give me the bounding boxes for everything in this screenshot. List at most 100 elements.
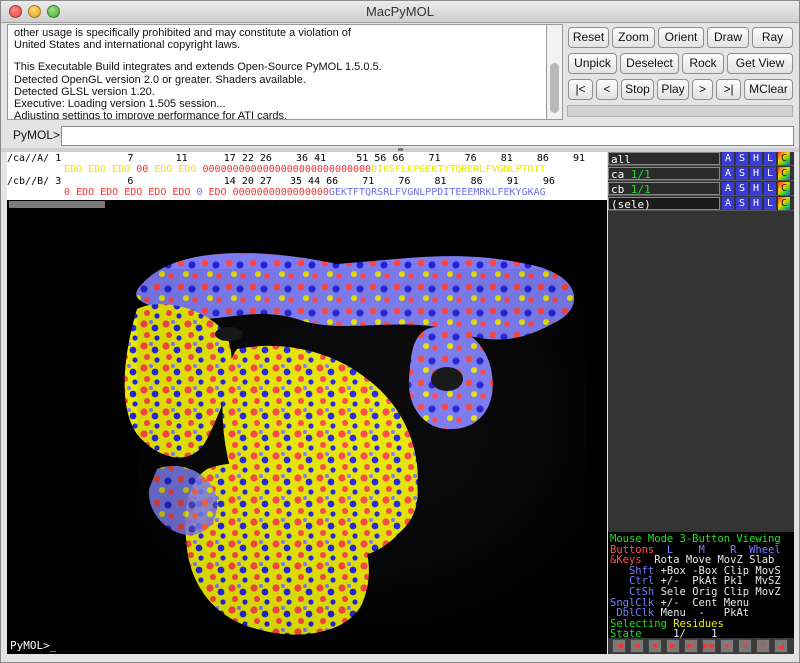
residue-numbers: 1 7 11 17 22 26 36 41 51 56 66 71 76 81 …: [55, 153, 585, 164]
object-row-all[interactable]: all A S H L C: [608, 152, 794, 166]
resize-grip-icon[interactable]: ◢: [774, 639, 788, 653]
hide-menu-button[interactable]: H: [750, 152, 762, 165]
color-menu-button[interactable]: C: [778, 182, 790, 195]
reset-button[interactable]: Reset: [568, 27, 609, 48]
unpick-button[interactable]: Unpick: [568, 53, 617, 74]
residues[interactable]: 0000000000000000: [233, 187, 329, 198]
object-state: 1/1: [630, 168, 651, 181]
viewer-console[interactable]: PyMOL>_: [7, 638, 607, 654]
deselect-button[interactable]: Deselect: [620, 53, 679, 74]
label-menu-button[interactable]: L: [764, 167, 776, 180]
first-frame-icon[interactable]: |◀: [612, 639, 626, 653]
object-name[interactable]: ca 1/1: [608, 167, 720, 181]
residues[interactable]: 00: [136, 164, 148, 175]
status-strip: [567, 105, 793, 117]
record-icon[interactable]: ●: [720, 639, 734, 653]
last-frame-icon[interactable]: ▶▶: [702, 639, 716, 653]
object-row-ca[interactable]: ca 1/1 A S H L C: [608, 167, 794, 181]
object-state: 1/1: [630, 183, 651, 196]
protein-surface-render[interactable]: [7, 209, 607, 638]
label-menu-button[interactable]: L: [764, 197, 776, 210]
command-input[interactable]: [61, 126, 794, 146]
log-line: United States and international copyrigh…: [14, 39, 241, 52]
show-menu-button[interactable]: S: [736, 167, 748, 180]
log-line: Detected OpenGL version 2.0 or greater. …: [14, 73, 306, 86]
zoom-button[interactable]: Zoom: [612, 27, 655, 48]
object-row-cb[interactable]: cb 1/1 A S H L C: [608, 182, 794, 196]
end-button[interactable]: >|: [716, 79, 741, 100]
log-scroll-thumb[interactable]: [550, 63, 559, 113]
zoom-window-button[interactable]: [47, 5, 60, 18]
residues[interactable]: EDO EDO: [148, 164, 202, 175]
close-window-button[interactable]: [9, 5, 22, 18]
orient-button[interactable]: Orient: [658, 27, 704, 48]
action-menu-button[interactable]: A: [722, 152, 734, 165]
object-list-panel: all A S H L C ca 1/1 A S H L C cb 1/1 A …: [608, 152, 794, 532]
window-title: MacPyMOL: [366, 4, 434, 19]
hide-menu-button[interactable]: H: [750, 197, 762, 210]
label-menu-button[interactable]: L: [764, 152, 776, 165]
sequence-residues-row[interactable]: EDO EDO EDO 00 EDO EDO 00000000000000000…: [64, 164, 546, 175]
console-prompt: PyMOL>_: [10, 639, 57, 652]
hide-menu-button[interactable]: H: [750, 167, 762, 180]
log-line: Adjusting settings to improve performanc…: [14, 110, 288, 120]
stop-button[interactable]: Stop: [621, 79, 654, 100]
sequence-numbers-row: /ca//A/ 1 7 11 17 22 26 36 41 51 56 66 7…: [7, 153, 585, 164]
draw-button[interactable]: Draw: [707, 27, 749, 48]
previous-frame-icon[interactable]: ◀: [630, 639, 644, 653]
mouse-mode-panel[interactable]: Mouse Mode 3-Button Viewing Buttons L M …: [608, 532, 794, 638]
mclear-button[interactable]: MClear: [744, 79, 793, 100]
show-menu-button[interactable]: S: [736, 182, 748, 195]
stop-icon[interactable]: ■: [648, 639, 662, 653]
forward-button[interactable]: >: [692, 79, 713, 100]
color-menu-button[interactable]: C: [778, 197, 790, 210]
log-line-blank: [14, 51, 546, 61]
rewind-button[interactable]: |<: [568, 79, 593, 100]
sequence-scrollbar[interactable]: [7, 200, 607, 209]
next-frame-icon[interactable]: ▶|: [684, 639, 698, 653]
residues[interactable]: DIKSFLKPGEKTYTQRERLFVGNLPTDIT: [371, 164, 546, 175]
sequence-viewer[interactable]: /ca//A/ 1 7 11 17 22 26 36 41 51 56 66 7…: [7, 152, 607, 200]
play-button[interactable]: Play: [657, 79, 689, 100]
sequence-residues-row[interactable]: 0 EDO EDO EDO EDO EDO 0 EDO 000000000000…: [64, 187, 546, 198]
sequence-numbers-row: /cb//B/ 3 6 14 20 27 35 44 66 71 76 81 8…: [7, 176, 555, 187]
hide-menu-button[interactable]: H: [750, 182, 762, 195]
ray-button[interactable]: Ray: [752, 27, 793, 48]
full-screen-icon[interactable]: ▽: [756, 639, 770, 653]
show-menu-button[interactable]: S: [736, 197, 748, 210]
sequence-scroll-thumb[interactable]: [9, 201, 105, 208]
state-value: 1/ 1: [673, 628, 718, 638]
scene-icon[interactable]: S: [738, 639, 752, 653]
residues[interactable]: GEKTFTQRSRLFVGNLPPDITEEEMRKLFEKYGKAG: [329, 187, 546, 198]
object-name[interactable]: all: [608, 152, 720, 166]
rock-button[interactable]: Rock: [682, 53, 724, 74]
color-menu-button[interactable]: C: [778, 167, 790, 180]
residue-numbers: 3 6 14 20 27 35 44 66 71 76 81 86 91 96: [55, 176, 555, 187]
molecule-viewer[interactable]: /ca//A/ 1 7 11 17 22 26 36 41 51 56 66 7…: [7, 152, 607, 638]
log-line: other usage is specifically prohibited a…: [14, 27, 351, 39]
splitter-grip-icon: [398, 148, 403, 151]
label-menu-button[interactable]: L: [764, 182, 776, 195]
residues[interactable]: EDO EDO EDO: [64, 164, 136, 175]
back-button[interactable]: <: [596, 79, 618, 100]
pymol-window: MacPyMOL other usage is specifically pro…: [0, 0, 800, 663]
minimize-window-button[interactable]: [28, 5, 41, 18]
object-name[interactable]: cb 1/1: [608, 182, 720, 196]
get-view-button[interactable]: Get View: [727, 53, 793, 74]
show-menu-button[interactable]: S: [736, 152, 748, 165]
play-icon[interactable]: ▶: [666, 639, 680, 653]
color-menu-button[interactable]: C: [778, 152, 790, 165]
object-name-text: cb: [611, 183, 625, 196]
object-name[interactable]: (sele): [608, 197, 720, 211]
object-row-sele[interactable]: (sele) A S H L C: [608, 197, 794, 211]
residues[interactable]: 0 EDO EDO EDO EDO EDO: [64, 187, 196, 198]
residues[interactable]: 0000000000000000000000000000: [202, 164, 371, 175]
log-line: Executive: Loading version 1.505 session…: [14, 98, 226, 111]
action-menu-button[interactable]: A: [722, 182, 734, 195]
residues[interactable]: EDO: [202, 187, 232, 198]
action-menu-button[interactable]: A: [722, 197, 734, 210]
surface-shading: [137, 269, 587, 638]
output-log: other usage is specifically prohibited a…: [7, 24, 547, 120]
log-scrollbar[interactable]: [547, 24, 563, 120]
action-menu-button[interactable]: A: [722, 167, 734, 180]
